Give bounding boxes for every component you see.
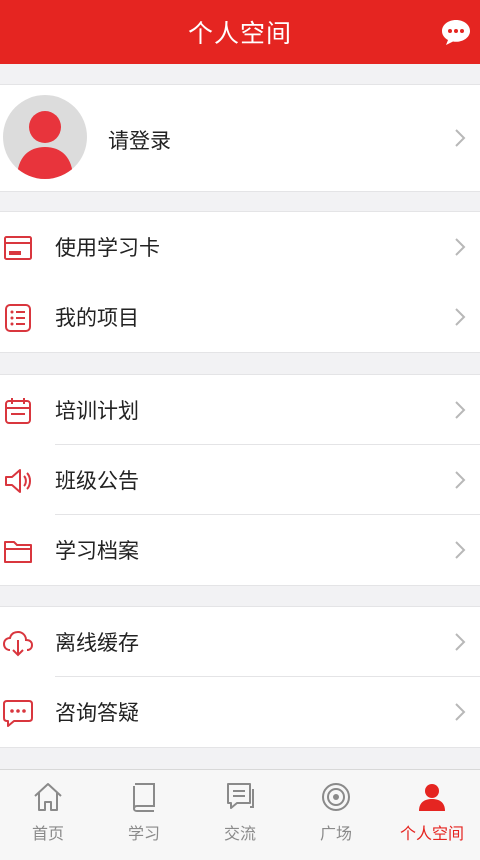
menu-item-class-notice[interactable]: 班级公告 [0,445,480,515]
chat-dots-icon [2,697,34,729]
speaker-icon [2,465,34,497]
tab-label: 广场 [319,824,352,843]
cloud-download-icon [2,627,34,659]
menu-item-study-archive[interactable]: 学习档案 [0,515,480,585]
chevron-right-icon [455,471,466,489]
user-icon [415,780,449,814]
chevron-right-icon [455,541,466,559]
login-row[interactable]: 请登录 [0,85,480,191]
target-icon [319,780,353,814]
page-title: 个人空间 [187,19,292,48]
tab-home[interactable]: 首页 [0,770,96,860]
calendar-icon [2,395,34,427]
menu-item-label: 咨询答疑 [55,701,139,725]
menu-item-training-plan[interactable]: 培训计划 [0,375,480,445]
menu-item-label: 我的项目 [55,306,139,330]
chevron-right-icon [455,238,466,256]
home-icon [31,780,65,814]
profile-section: 请登录 [0,84,480,192]
menu-item-label: 培训计划 [55,399,139,423]
chevron-right-icon [455,633,466,651]
chevron-right-icon [455,308,466,326]
tab-study[interactable]: 学习 [96,770,192,860]
user-avatar-icon [3,95,87,179]
menu-group-3: 离线缓存 咨询答疑 [0,606,480,748]
menu-item-study-card[interactable]: 使用学习卡 [0,212,480,282]
menu-item-label: 学习档案 [55,539,139,563]
tab-label: 首页 [31,824,64,843]
list-icon [2,302,34,334]
menu-item-my-projects[interactable]: 我的项目 [0,282,480,352]
menu-group-2: 培训计划 班级公告 学习档案 [0,374,480,586]
tab-label: 个人空间 [399,824,464,843]
card-icon [2,232,34,264]
menu-group-1: 使用学习卡 我的项目 [0,211,480,353]
chat-bubble-icon[interactable] [440,17,472,47]
app-header: 个人空间 [0,0,480,64]
comments-icon [223,780,257,814]
login-label: 请登录 [108,129,171,153]
tab-exchange[interactable]: 交流 [192,770,288,860]
tab-label: 学习 [127,824,160,843]
bottom-tab-bar: 首页 学习 交流 广场 个人空间 [0,769,480,860]
tab-square[interactable]: 广场 [288,770,384,860]
tab-label: 交流 [223,824,256,843]
chevron-right-icon [455,401,466,419]
tab-personal-space[interactable]: 个人空间 [384,770,480,860]
menu-item-label: 班级公告 [55,469,139,493]
menu-item-label: 使用学习卡 [55,236,160,260]
menu-item-offline-cache[interactable]: 离线缓存 [0,607,480,677]
menu-item-consult[interactable]: 咨询答疑 [0,677,480,747]
book-icon [127,780,161,814]
menu-item-label: 离线缓存 [55,631,139,655]
folder-icon [2,535,34,567]
chevron-right-icon [455,703,466,721]
chevron-right-icon [455,129,466,147]
